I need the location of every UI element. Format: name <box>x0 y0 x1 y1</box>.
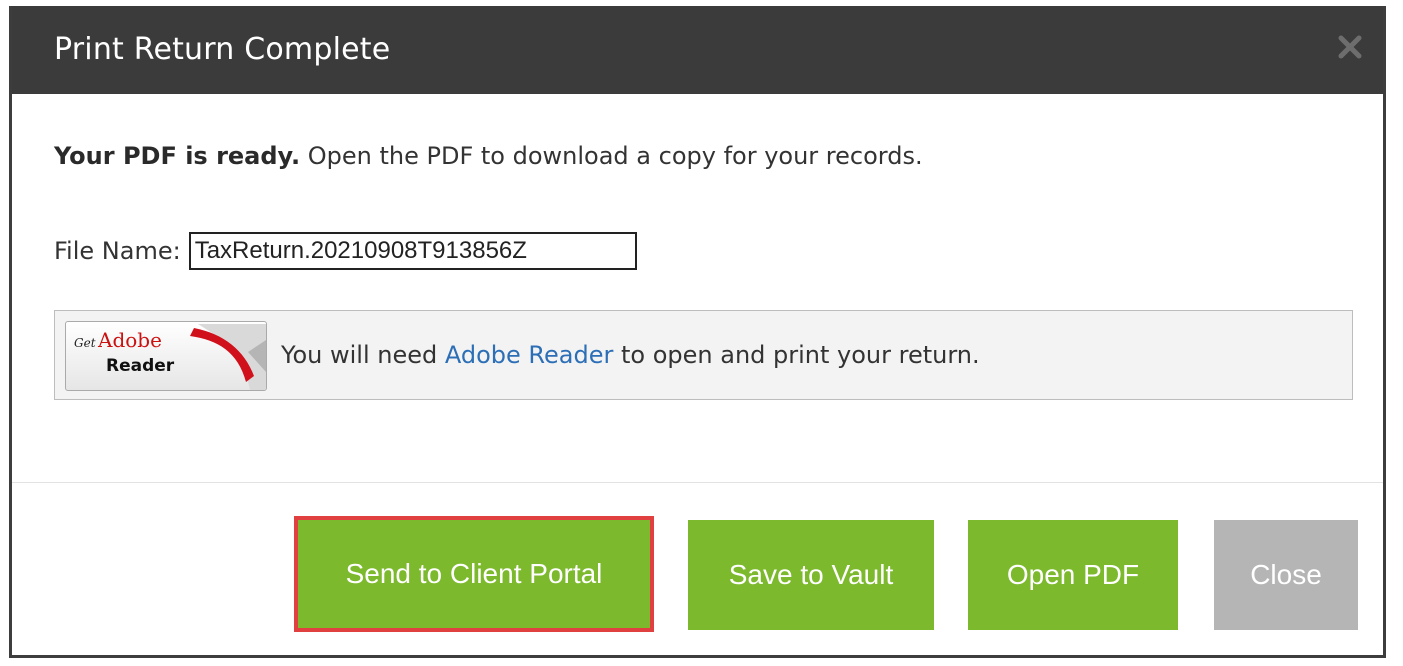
file-name-input[interactable] <box>188 232 637 270</box>
footer-divider <box>12 482 1383 483</box>
page: Print Return Complete Your PDF is ready.… <box>0 0 1403 666</box>
badge-get-text: Get <box>74 336 96 350</box>
close-x-icon[interactable] <box>1337 34 1363 60</box>
adobe-reader-text: You will need Adobe Reader to open and p… <box>281 341 980 369</box>
adobe-reader-link[interactable]: Adobe Reader <box>445 341 613 369</box>
adobe-text-after: to open and print your return. <box>613 341 980 369</box>
adobe-pdf-swoosh-icon <box>190 324 266 390</box>
file-name-label: File Name: <box>54 237 181 265</box>
save-to-vault-button[interactable]: Save to Vault <box>688 520 934 630</box>
open-pdf-button[interactable]: Open PDF <box>968 520 1178 630</box>
print-return-dialog: Print Return Complete Your PDF is ready.… <box>9 6 1386 658</box>
close-button[interactable]: Close <box>1214 520 1358 630</box>
pdf-ready-detail: Open the PDF to download a copy for your… <box>300 142 923 170</box>
badge-reader-text: Reader <box>106 356 175 376</box>
badge-adobe-text: Adobe <box>98 328 162 352</box>
send-to-client-portal-button[interactable]: Send to Client Portal <box>294 516 654 632</box>
adobe-reader-notice: Get Adobe Reader You will need Adobe Rea… <box>54 310 1353 400</box>
pdf-ready-bold: Your PDF is ready. <box>54 142 301 170</box>
dialog-header: Print Return Complete <box>12 6 1383 94</box>
file-name-row: File Name: <box>54 230 637 272</box>
pdf-ready-message: Your PDF is ready. Open the PDF to downl… <box>54 142 923 170</box>
adobe-text-before: You will need <box>281 341 445 369</box>
get-adobe-reader-badge[interactable]: Get Adobe Reader <box>65 321 267 391</box>
dialog-title: Print Return Complete <box>54 32 391 67</box>
